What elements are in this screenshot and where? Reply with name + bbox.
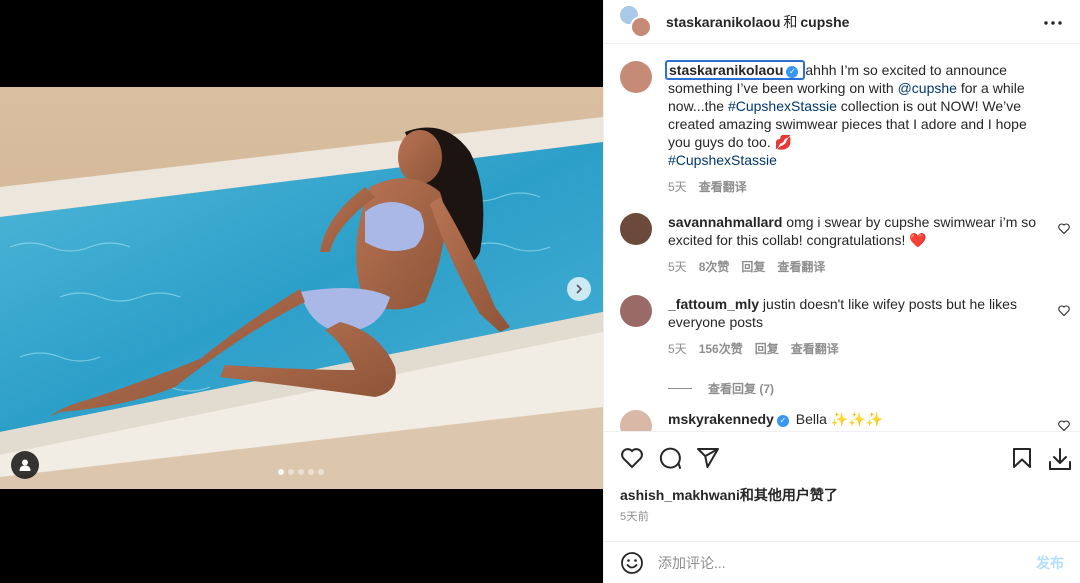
view-replies-label[interactable]: 查看回复 (7) [708, 380, 774, 397]
carousel-dot [288, 469, 294, 475]
comment-item: savannahmallard omg i swear by cupshe sw… [620, 213, 1060, 276]
avatar[interactable] [620, 61, 652, 93]
post-authors: staskaranikolaou 和 cupshe [666, 12, 849, 32]
see-translation-button[interactable]: 查看翻译 [791, 340, 839, 358]
save-bookmark-icon[interactable] [1010, 446, 1034, 470]
timestamp[interactable]: 5天 [668, 178, 687, 196]
comment-input[interactable] [658, 554, 1036, 571]
hashtag-link[interactable]: #CupshexStassie [728, 98, 837, 114]
author-link[interactable]: staskaranikolaou [666, 14, 780, 30]
collab-avatars[interactable] [618, 3, 654, 40]
comment-username[interactable]: _fattoum_mly [668, 296, 759, 312]
reply-button[interactable]: 回复 [755, 340, 779, 358]
view-replies-button[interactable]: 查看回复 (7) [668, 380, 774, 397]
more-options-button[interactable] [1044, 12, 1062, 30]
comment-body: mskyrakennedy ✓ Bella ✨✨✨ [668, 410, 1048, 431]
see-translation-button[interactable]: 查看翻译 [699, 178, 747, 196]
verified-badge-icon: ✓ [786, 66, 799, 78]
timestamp[interactable]: 5天 [668, 258, 687, 276]
username-text[interactable]: staskaranikolaou [669, 62, 783, 78]
comment-body: savannahmallard omg i swear by cupshe sw… [668, 213, 1048, 276]
share-send-icon[interactable] [696, 446, 720, 470]
avatar[interactable] [620, 213, 652, 245]
post-photo[interactable] [0, 87, 603, 489]
liked-by-suffix[interactable]: 和其他用户赞了 [740, 487, 838, 503]
timestamp[interactable]: 5天 [668, 340, 687, 358]
like-comment-heart-icon[interactable] [1058, 305, 1070, 316]
post-actions-bar [604, 431, 1080, 481]
collab-author-link[interactable]: cupshe [800, 14, 849, 30]
like-heart-icon[interactable] [620, 446, 644, 470]
comment-username[interactable]: savannahmallard [668, 214, 782, 230]
carousel-dot [278, 469, 284, 475]
avatar[interactable] [620, 295, 652, 327]
post-detail-panel: staskaranikolaou 和 cupshe staskaranikolaou… [603, 0, 1080, 583]
emoji-icon[interactable] [620, 551, 644, 575]
comment-item: _fattoum_mly justin doesn't like wifey p… [620, 295, 1060, 358]
caption: staskaranikolaou ✓ ahhh I’m so excited to … [620, 60, 1060, 196]
post-timestamp[interactable]: 5天前 [620, 508, 649, 524]
media-pane [0, 0, 603, 583]
conjunction: 和 [783, 13, 798, 30]
like-comment-heart-icon[interactable] [1058, 420, 1070, 431]
avatar[interactable] [620, 410, 652, 431]
comment-username[interactable]: mskyrakennedy [668, 411, 774, 427]
avatar[interactable] [630, 15, 652, 38]
caption-body: staskaranikolaou ✓ ahhh I’m so excited to … [665, 60, 1048, 196]
divider [668, 388, 692, 389]
post-header: staskaranikolaou 和 cupshe [604, 0, 1080, 44]
like-comment-heart-icon[interactable] [1058, 223, 1070, 234]
tagged-users-button[interactable] [11, 451, 39, 479]
see-translation-button[interactable]: 查看翻译 [777, 258, 825, 276]
carousel-dot [318, 469, 324, 475]
verified-badge-icon: ✓ [776, 415, 789, 427]
post-comment-button[interactable]: 发布 [1036, 553, 1064, 573]
likes-count[interactable]: 8次赞 [699, 258, 730, 276]
caption-username[interactable]: staskaranikolaou ✓ [665, 60, 806, 80]
more-horizontal-icon [1044, 21, 1062, 25]
comment-meta: 5天 8次赞 回复 查看翻译 [668, 258, 1048, 276]
reply-button[interactable]: 回复 [741, 258, 765, 276]
carousel-dot [298, 469, 304, 475]
caption-meta: 5天 查看翻译 [668, 178, 1048, 196]
comment-item: mskyrakennedy ✓ Bella ✨✨✨ [620, 410, 1060, 431]
liked-by-user[interactable]: ashish_makhwani [620, 487, 740, 503]
add-comment-bar: 发布 [604, 541, 1080, 583]
user-icon [19, 459, 31, 471]
chevron-right-icon [576, 284, 583, 294]
comment-bubble-icon[interactable] [658, 446, 682, 470]
comment-body: _fattoum_mly justin doesn't like wifey p… [668, 295, 1048, 358]
download-icon[interactable] [1047, 446, 1073, 472]
mention-link[interactable]: @cupshe [898, 80, 957, 96]
carousel-dots [278, 469, 324, 475]
likes-count[interactable]: 156次赞 [699, 340, 743, 358]
next-photo-button[interactable] [567, 277, 591, 301]
likes-summary: ashish_makhwani和其他用户赞了 [620, 485, 838, 505]
hashtag-link[interactable]: #CupshexStassie [668, 152, 777, 168]
comment-meta: 5天 156次赞 回复 查看翻译 [668, 340, 1048, 358]
comment-text: Bella ✨✨✨ [795, 411, 884, 427]
carousel-dot [308, 469, 314, 475]
comments-list[interactable]: staskaranikolaou ✓ ahhh I’m so excited to … [604, 45, 1080, 431]
